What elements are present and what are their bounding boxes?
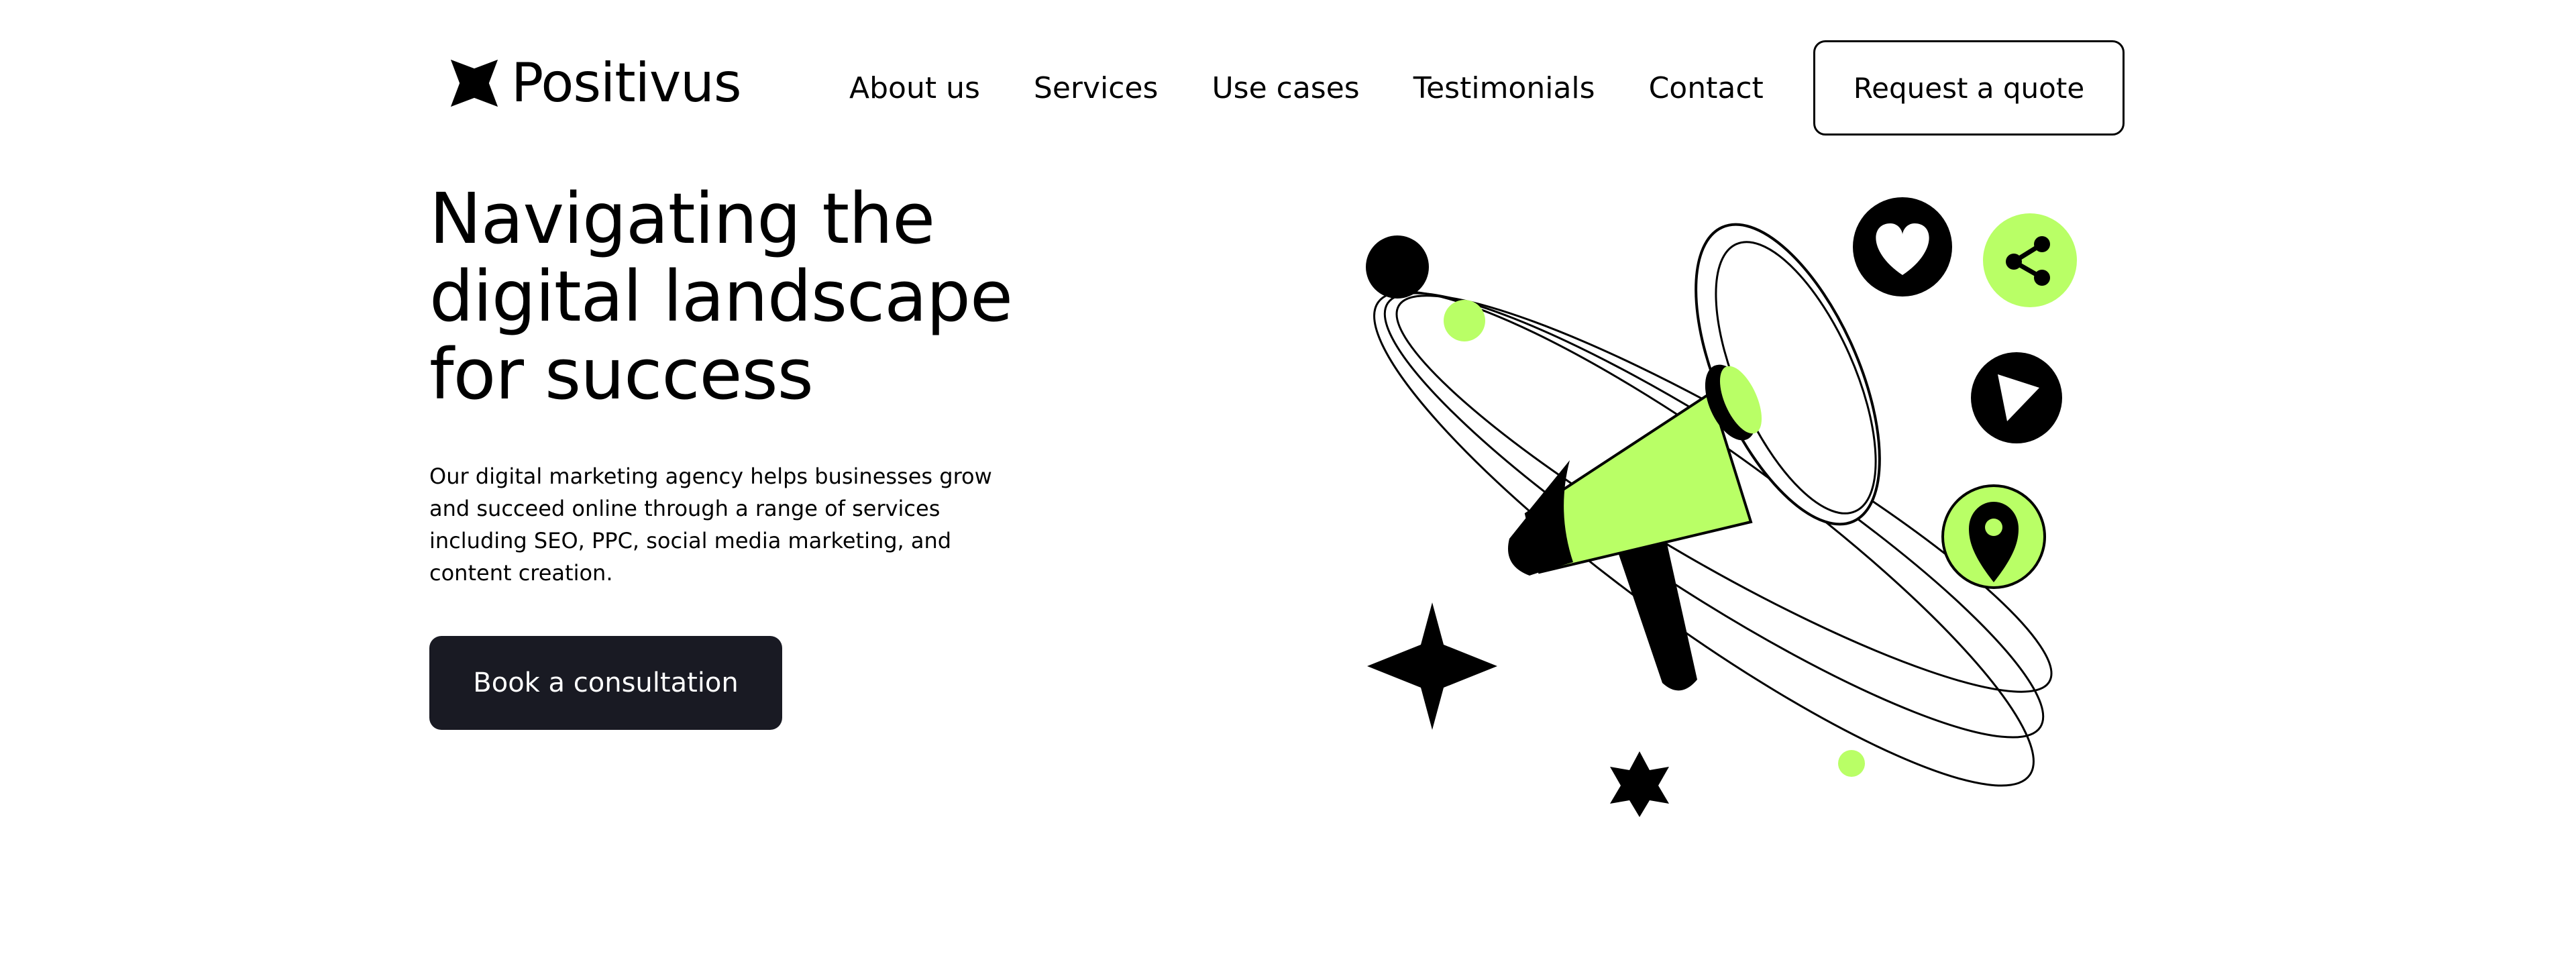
hero-title-line: digital landscape	[429, 256, 1013, 337]
decorative-dot	[1838, 750, 1865, 777]
brand-name: Positivus	[511, 52, 742, 114]
nav-link-use-cases[interactable]: Use cases	[1212, 70, 1359, 107]
hero-description-line: including SEO, PPC, social media marketi…	[429, 528, 952, 553]
hero-illustration	[1301, 180, 2093, 824]
sparkle-star-icon	[1610, 751, 1669, 817]
star-logo-icon	[450, 59, 498, 107]
share-icon	[1983, 213, 2077, 307]
heart-icon	[1853, 197, 1952, 297]
nav-link-testimonials[interactable]: Testimonials	[1413, 70, 1595, 107]
megaphone-illustration	[1366, 197, 2077, 817]
book-consultation-button[interactable]: Book a consultation	[429, 636, 782, 730]
hero-description-line: content creation.	[429, 560, 613, 586]
main-nav: About us Services Use cases Testimonials…	[849, 70, 1764, 107]
location-pin-icon	[1941, 484, 2046, 589]
request-quote-button[interactable]: Request a quote	[1813, 40, 2125, 136]
hero-description-line: Our digital marketing agency helps busin…	[429, 464, 992, 489]
hero-title: Navigating the digital landscape for suc…	[429, 180, 1087, 413]
brand-logo[interactable]: Positivus	[448, 52, 742, 114]
nav-link-about-us[interactable]: About us	[849, 70, 980, 107]
megaphone-icon	[1508, 223, 1881, 691]
sparkle-star-icon	[1367, 602, 1497, 730]
hero-description: Our digital marketing agency helps busin…	[429, 460, 1006, 589]
client-logos-strip	[0, 946, 2576, 966]
hero-description-line: and succeed online through a range of se…	[429, 496, 941, 521]
hero-title-line: for success	[429, 333, 814, 415]
decorative-dot	[1444, 300, 1485, 341]
nav-link-services[interactable]: Services	[1034, 70, 1159, 107]
nav-link-contact[interactable]: Contact	[1649, 70, 1764, 107]
play-icon	[1971, 352, 2062, 443]
site-header: Positivus About us Services Use cases Te…	[0, 0, 2576, 154]
hero-title-line: Navigating the	[429, 178, 935, 260]
decorative-dot	[1366, 235, 1429, 299]
